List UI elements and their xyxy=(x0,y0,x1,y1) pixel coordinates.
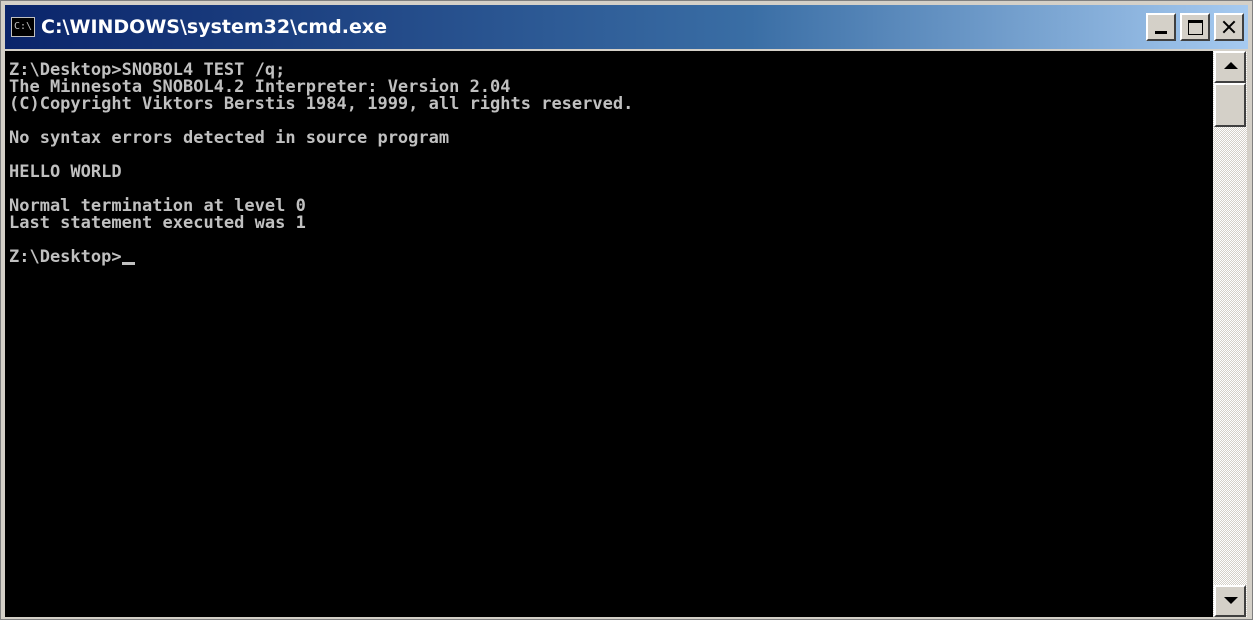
scroll-down-button[interactable] xyxy=(1214,585,1246,617)
console-icon[interactable]: C:\ xyxy=(11,17,35,37)
title-bar[interactable]: C:\ C:\WINDOWS\system32\cmd.exe xyxy=(5,5,1248,49)
maximize-button[interactable] xyxy=(1180,13,1210,41)
cmd-window: C:\ C:\WINDOWS\system32\cmd.exe Z:\Deskt… xyxy=(0,0,1253,620)
console-line: No syntax errors detected in source prog… xyxy=(9,128,450,148)
close-button[interactable] xyxy=(1214,13,1244,41)
console-line: (C)Copyright Viktors Berstis 1984, 1999,… xyxy=(9,94,634,114)
text-cursor xyxy=(121,262,135,265)
prompt-text: Z:\Desktop> xyxy=(9,247,122,267)
scrollbar-thumb[interactable] xyxy=(1214,83,1246,127)
minimize-button[interactable] xyxy=(1146,13,1176,41)
vertical-scrollbar[interactable] xyxy=(1213,51,1247,617)
window-title: C:\WINDOWS\system32\cmd.exe xyxy=(41,16,387,38)
console-output[interactable]: Z:\Desktop>SNOBOL4 TEST /q; The Minnesot… xyxy=(5,51,1213,617)
scroll-up-button[interactable] xyxy=(1214,51,1246,83)
prompt-line: Z:\Desktop> xyxy=(9,249,135,266)
console-line: Last statement executed was 1 xyxy=(9,213,306,233)
console-line: HELLO WORLD xyxy=(9,162,122,182)
